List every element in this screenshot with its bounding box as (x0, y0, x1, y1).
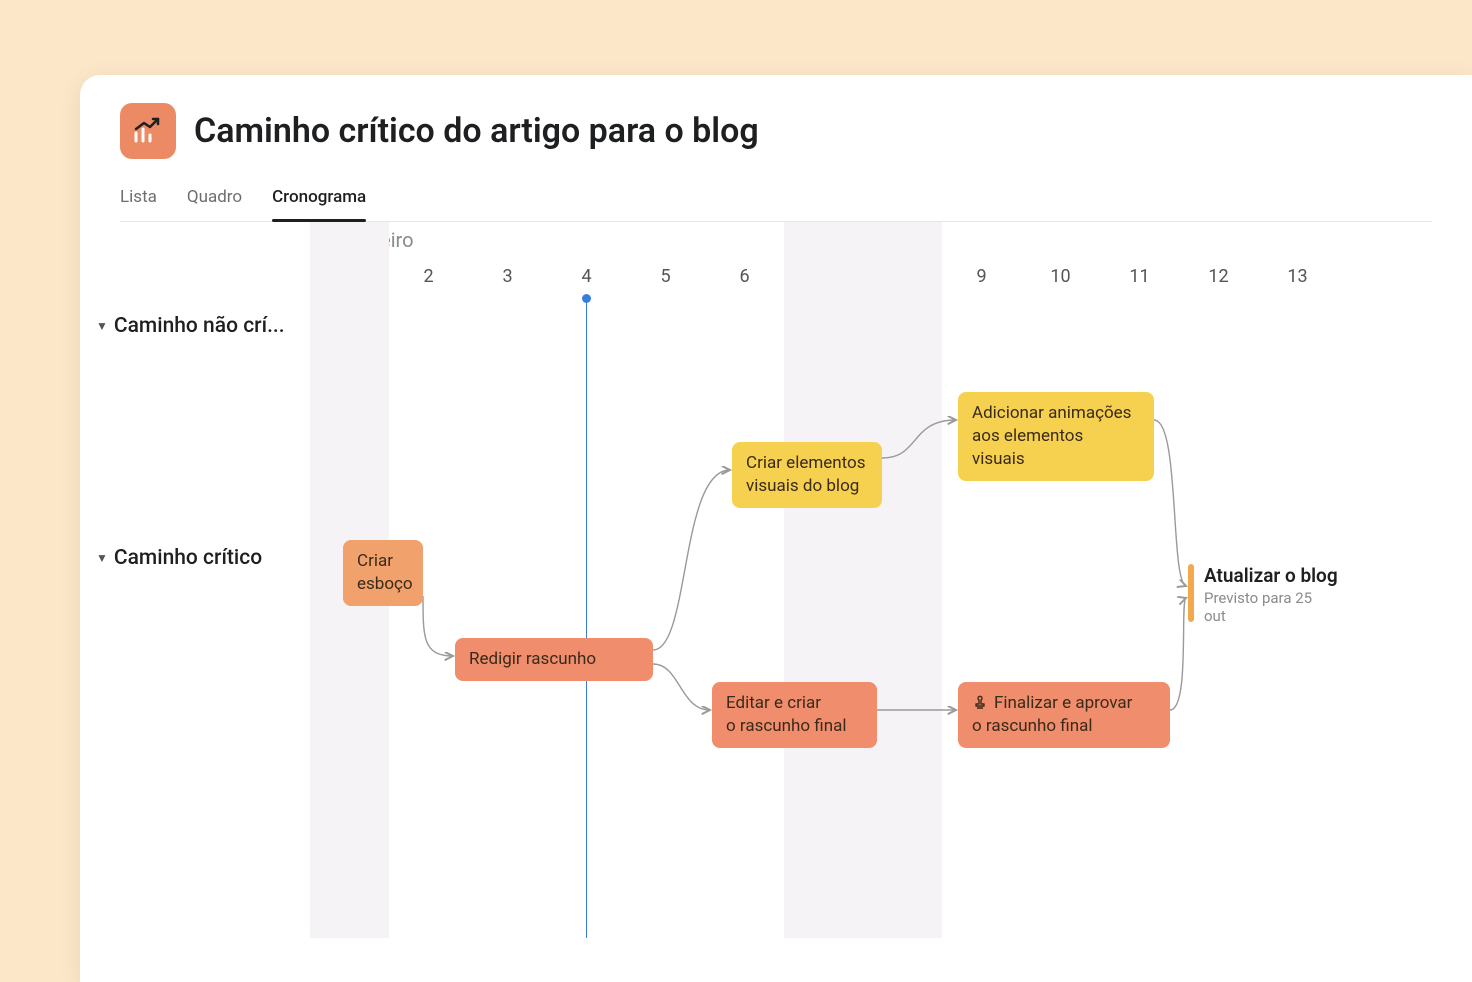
milestone-atualizar-blog[interactable]: Atualizar o blog Previsto para 25 out (1188, 564, 1338, 625)
chevron-down-icon: ▼ (96, 551, 108, 565)
milestone-text: Atualizar o blog Previsto para 25 out (1204, 564, 1338, 625)
chevron-down-icon: ▼ (96, 319, 108, 333)
day-header: 6 (705, 256, 784, 298)
today-dot-icon (582, 294, 591, 303)
day-header: 10 (1021, 256, 1100, 298)
task-adicionar-animacoes[interactable]: Adicionar animações aos elementos visuai… (958, 392, 1154, 481)
day-header: 12 (1179, 256, 1258, 298)
section-label: Caminho crítico (114, 546, 262, 570)
task-finalizar-rascunho[interactable]: Finalizar e aprovar o rascunho final (958, 682, 1170, 748)
milestone-subtitle: Previsto para 25 out (1204, 589, 1324, 625)
day-header: 5 (626, 256, 705, 298)
month-row: Fevereiro (80, 222, 1472, 256)
timeline: Fevereiro 1 2 3 4 5 6 7 8 9 10 11 12 13 (80, 222, 1472, 979)
task-editar-rascunho[interactable]: Editar e criar o rascunho final (712, 682, 877, 748)
section-critical[interactable]: ▼ Caminho crítico (80, 546, 262, 570)
day-header: 13 (1258, 256, 1337, 298)
task-redigir-rascunho[interactable]: Redigir rascunho (455, 638, 653, 681)
milestone-title: Atualizar o blog (1204, 564, 1338, 587)
page-title: Caminho crítico do artigo para o blog (194, 111, 759, 151)
task-criar-esboco[interactable]: Criar esboço (343, 540, 423, 606)
stamp-icon (972, 694, 988, 710)
day-header: 2 (389, 256, 468, 298)
day-header-row: 1 2 3 4 5 6 7 8 9 10 11 12 13 (80, 256, 1472, 298)
milestone-bar (1188, 564, 1194, 622)
section-label: Caminho não crí... (114, 314, 285, 338)
tabs: Lista Quadro Cronograma (120, 177, 1432, 222)
weekend-band (784, 222, 942, 938)
header: Caminho crítico do artigo para o blog Li… (80, 75, 1472, 222)
timeline-body[interactable]: ▼ Caminho não crí... ▼ Caminho crítico C… (80, 298, 1472, 938)
task-criar-elementos[interactable]: Criar elementos visuais do blog (732, 442, 882, 508)
today-indicator (586, 298, 587, 938)
chart-growth-icon (132, 115, 164, 147)
day-header: 3 (468, 256, 547, 298)
day-header: 9 (942, 256, 1021, 298)
section-noncritical[interactable]: ▼ Caminho não crí... (80, 314, 285, 338)
tab-lista[interactable]: Lista (120, 177, 157, 221)
title-row: Caminho crítico do artigo para o blog (120, 103, 1432, 159)
tab-quadro[interactable]: Quadro (187, 177, 242, 221)
day-header: 4 (547, 256, 626, 298)
day-header: 11 (1100, 256, 1179, 298)
task-label: Finalizar e aprovar o rascunho final (972, 693, 1132, 736)
tab-cronograma[interactable]: Cronograma (272, 177, 366, 221)
project-icon (120, 103, 176, 159)
app-window: Caminho crítico do artigo para o blog Li… (80, 75, 1472, 982)
